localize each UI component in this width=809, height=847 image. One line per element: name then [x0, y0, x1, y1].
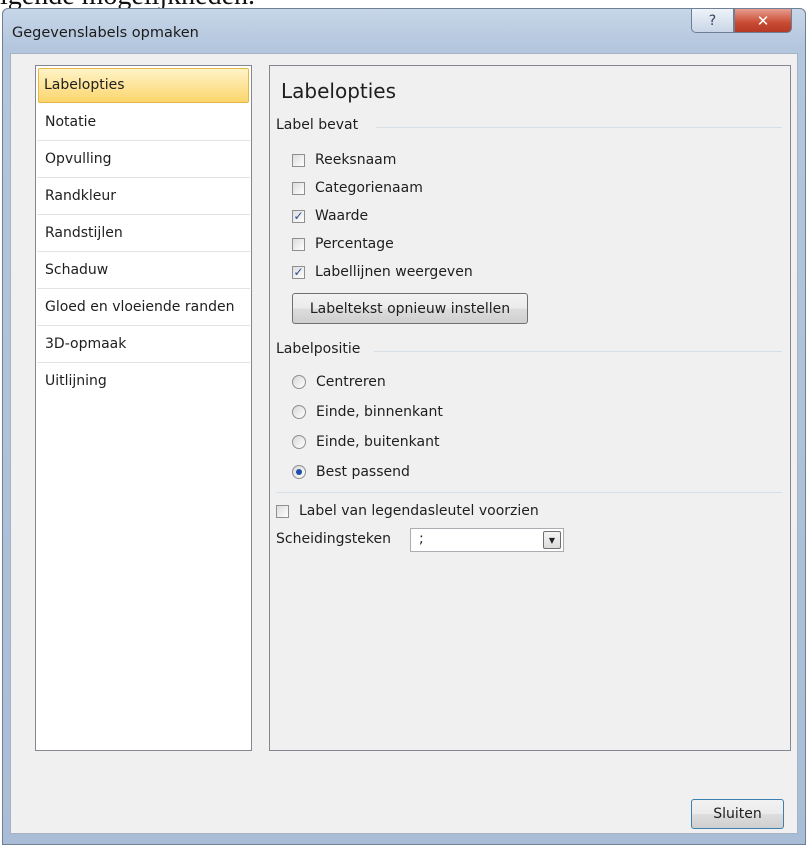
checkbox-reeksnaam[interactable] [292, 153, 305, 167]
checkbox-row-categorienaam[interactable]: Categorienaam [292, 177, 423, 199]
section-divider [276, 492, 782, 493]
radio-einde-buitenkant[interactable] [292, 435, 306, 449]
nav-item-gloed[interactable]: Gloed en vloeiende randen [37, 289, 250, 326]
radio-label: Centreren [316, 374, 386, 390]
checkbox-legend-key[interactable] [276, 504, 289, 518]
options-panel: Labelopties Label bevat Reeksnaam Catego… [269, 65, 791, 751]
reset-label-text-button[interactable]: Labeltekst opnieuw instellen [292, 293, 528, 324]
radio-einde-binnenkant[interactable] [292, 405, 306, 419]
dropdown-arrow-icon[interactable]: ▼ [543, 531, 561, 549]
nav-item-3d-opmaak[interactable]: 3D-opmaak [37, 326, 250, 363]
checkbox-labellijnen[interactable]: ✓ [292, 265, 305, 279]
checkbox-label: Label van legendasleutel voorzien [299, 503, 539, 519]
nav-item-randstijlen[interactable]: Randstijlen [37, 215, 250, 252]
separator-value: ; [419, 531, 424, 547]
radio-row-best-passend[interactable]: Best passend [292, 461, 410, 483]
group-divider [376, 127, 782, 128]
close-icon: ✕ [756, 11, 770, 30]
category-list: Labelopties Notatie Opvulling Randkleur … [35, 65, 252, 751]
checkbox-label: Percentage [315, 236, 394, 252]
radio-centreren[interactable] [292, 375, 306, 389]
label-contains-group-title: Label bevat [276, 117, 359, 133]
radio-best-passend[interactable] [292, 465, 306, 479]
radio-row-einde-binnenkant[interactable]: Einde, binnenkant [292, 401, 443, 423]
dialog-client-area: Labelopties Notatie Opvulling Randkleur … [10, 53, 798, 834]
nav-item-opvulling[interactable]: Opvulling [37, 141, 250, 178]
checkbox-waarde[interactable]: ✓ [292, 209, 305, 223]
dialog-title: Gegevenslabels opmaken [12, 25, 199, 41]
nav-item-uitlijning[interactable]: Uitlijning [37, 363, 250, 400]
checkbox-label: Reeksnaam [315, 152, 397, 168]
nav-item-randkleur[interactable]: Randkleur [37, 178, 250, 215]
radio-dot-icon [296, 469, 302, 475]
check-mark-icon: ✓ [293, 209, 304, 223]
checkbox-label: Waarde [315, 208, 369, 224]
nav-item-notatie[interactable]: Notatie [37, 104, 250, 141]
help-icon: ? [708, 12, 717, 29]
radio-row-centreren[interactable]: Centreren [292, 371, 386, 393]
checkbox-percentage[interactable] [292, 237, 305, 251]
checkbox-row-waarde[interactable]: ✓ Waarde [292, 205, 368, 227]
close-button[interactable]: Sluiten [691, 799, 784, 829]
checkbox-categorienaam[interactable] [292, 181, 305, 195]
group-divider [374, 351, 782, 352]
checkbox-label: Labellijnen weergeven [315, 264, 473, 280]
nav-item-schaduw[interactable]: Schaduw [37, 252, 250, 289]
radio-row-einde-buitenkant[interactable]: Einde, buitenkant [292, 431, 439, 453]
checkbox-row-percentage[interactable]: Percentage [292, 233, 394, 255]
radio-label: Best passend [316, 464, 410, 480]
close-window-button[interactable]: ✕ [734, 9, 792, 33]
separator-label: Scheidingsteken [276, 531, 391, 547]
radio-label: Einde, binnenkant [316, 404, 443, 420]
help-button[interactable]: ? [691, 9, 734, 33]
nav-item-labelopties[interactable]: Labelopties [38, 68, 249, 103]
label-position-group-title: Labelpositie [276, 341, 361, 357]
format-data-labels-dialog: Gegevenslabels opmaken ? ✕ Labelopties N… [2, 8, 806, 845]
checkbox-row-legend-key[interactable]: Label van legendasleutel voorzien [276, 500, 539, 522]
check-mark-icon: ✓ [293, 265, 304, 279]
checkbox-row-reeksnaam[interactable]: Reeksnaam [292, 149, 396, 171]
panel-heading: Labelopties [281, 79, 397, 103]
radio-label: Einde, buitenkant [316, 434, 440, 450]
checkbox-row-labellijnen[interactable]: ✓ Labellijnen weergeven [292, 261, 473, 283]
separator-dropdown[interactable]: ; ▼ [410, 528, 564, 552]
checkbox-label: Categorienaam [315, 180, 423, 196]
